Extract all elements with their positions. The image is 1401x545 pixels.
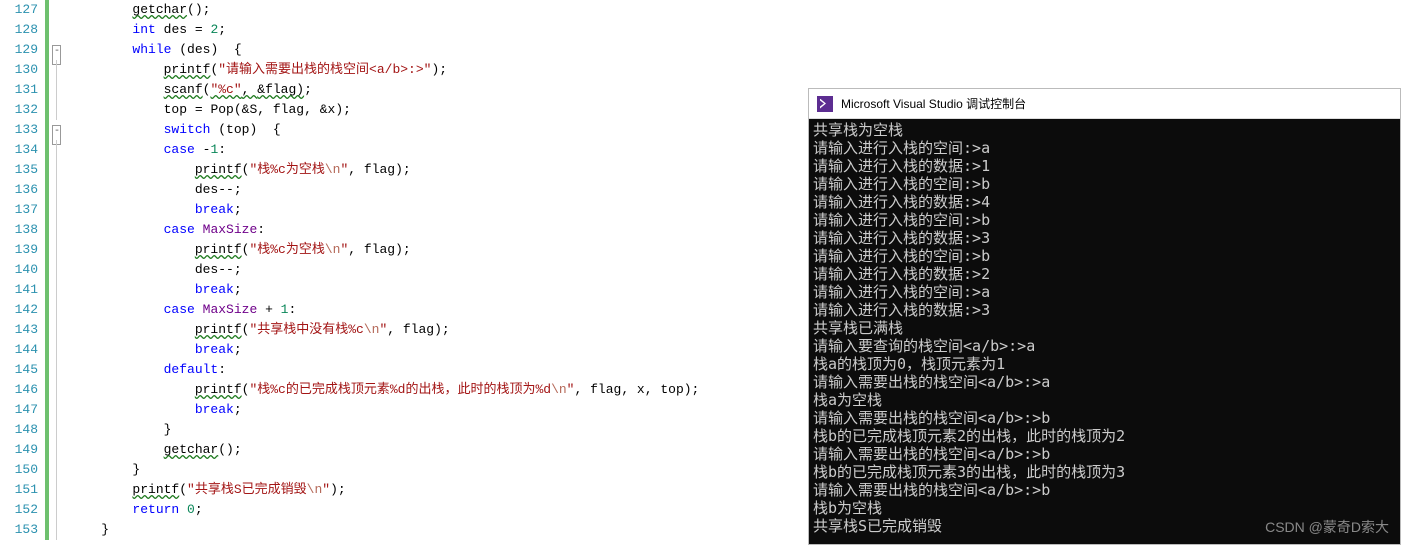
code-line[interactable]: while (des) { <box>70 40 1401 60</box>
line-number-gutter: 1271281291301311321331341351361371381391… <box>0 0 44 545</box>
fold-cell <box>50 180 66 200</box>
code-line[interactable]: getchar(); <box>70 0 1401 20</box>
line-number: 151 <box>0 480 38 500</box>
line-number: 144 <box>0 340 38 360</box>
fold-cell[interactable] <box>50 120 66 140</box>
fold-cell <box>50 200 66 220</box>
line-number: 140 <box>0 260 38 280</box>
line-number: 150 <box>0 460 38 480</box>
line-number: 130 <box>0 60 38 80</box>
fold-cell <box>50 260 66 280</box>
fold-cell <box>50 300 66 320</box>
line-number: 149 <box>0 440 38 460</box>
line-number: 148 <box>0 420 38 440</box>
change-marker <box>45 60 49 80</box>
fold-cell <box>50 320 66 340</box>
line-number: 146 <box>0 380 38 400</box>
fold-cell <box>50 460 66 480</box>
line-number: 143 <box>0 320 38 340</box>
change-marker <box>45 80 49 100</box>
console-titlebar[interactable]: Microsoft Visual Studio 调试控制台 <box>809 89 1400 119</box>
line-number: 128 <box>0 20 38 40</box>
change-marker <box>45 320 49 340</box>
console-title: Microsoft Visual Studio 调试控制台 <box>841 95 1026 112</box>
change-marker <box>45 300 49 320</box>
line-number: 137 <box>0 200 38 220</box>
change-marker <box>45 100 49 120</box>
line-number: 153 <box>0 520 38 540</box>
line-number: 147 <box>0 400 38 420</box>
change-marker <box>45 340 49 360</box>
change-marker <box>45 480 49 500</box>
fold-column[interactable] <box>50 0 66 545</box>
fold-cell <box>50 60 66 80</box>
fold-cell <box>50 480 66 500</box>
fold-cell <box>50 360 66 380</box>
change-marker <box>45 520 49 540</box>
change-marker <box>45 160 49 180</box>
change-marker <box>45 220 49 240</box>
change-marker <box>45 120 49 140</box>
fold-cell <box>50 500 66 520</box>
change-marker <box>45 420 49 440</box>
fold-cell <box>50 340 66 360</box>
line-number: 131 <box>0 80 38 100</box>
line-number: 139 <box>0 240 38 260</box>
line-number: 136 <box>0 180 38 200</box>
fold-cell[interactable] <box>50 40 66 60</box>
code-line[interactable]: printf("请输入需要出栈的栈空间<a/b>:>"); <box>70 60 1401 80</box>
change-marker <box>45 180 49 200</box>
fold-cell <box>50 20 66 40</box>
fold-cell <box>50 220 66 240</box>
line-number: 134 <box>0 140 38 160</box>
vs-icon <box>817 96 833 112</box>
line-number: 145 <box>0 360 38 380</box>
line-number: 152 <box>0 500 38 520</box>
change-marker <box>45 200 49 220</box>
code-line[interactable]: int des = 2; <box>70 20 1401 40</box>
change-marker <box>45 0 49 20</box>
line-number: 129 <box>0 40 38 60</box>
change-marker <box>45 260 49 280</box>
debug-console-window[interactable]: Microsoft Visual Studio 调试控制台 共享栈为空栈 请输入… <box>808 88 1401 545</box>
fold-cell <box>50 240 66 260</box>
fold-cell <box>50 420 66 440</box>
fold-cell <box>50 100 66 120</box>
fold-cell <box>50 140 66 160</box>
line-number: 132 <box>0 100 38 120</box>
change-marker <box>45 500 49 520</box>
line-number: 127 <box>0 0 38 20</box>
change-marker <box>45 460 49 480</box>
change-marker <box>45 240 49 260</box>
change-marker <box>45 400 49 420</box>
console-output[interactable]: 共享栈为空栈 请输入进行入栈的空间:>a 请输入进行入栈的数据:>1 请输入进行… <box>809 119 1400 544</box>
line-number: 142 <box>0 300 38 320</box>
change-marker <box>45 140 49 160</box>
change-marker <box>45 440 49 460</box>
fold-cell <box>50 440 66 460</box>
line-number: 141 <box>0 280 38 300</box>
line-number: 133 <box>0 120 38 140</box>
line-number: 138 <box>0 220 38 240</box>
change-marker <box>45 360 49 380</box>
fold-cell <box>50 80 66 100</box>
fold-cell <box>50 400 66 420</box>
fold-cell <box>50 160 66 180</box>
fold-cell <box>50 520 66 540</box>
fold-cell <box>50 0 66 20</box>
change-marker <box>45 380 49 400</box>
line-number: 135 <box>0 160 38 180</box>
fold-cell <box>50 280 66 300</box>
fold-cell <box>50 380 66 400</box>
change-marker <box>45 20 49 40</box>
change-marker <box>45 40 49 60</box>
change-marker <box>45 280 49 300</box>
